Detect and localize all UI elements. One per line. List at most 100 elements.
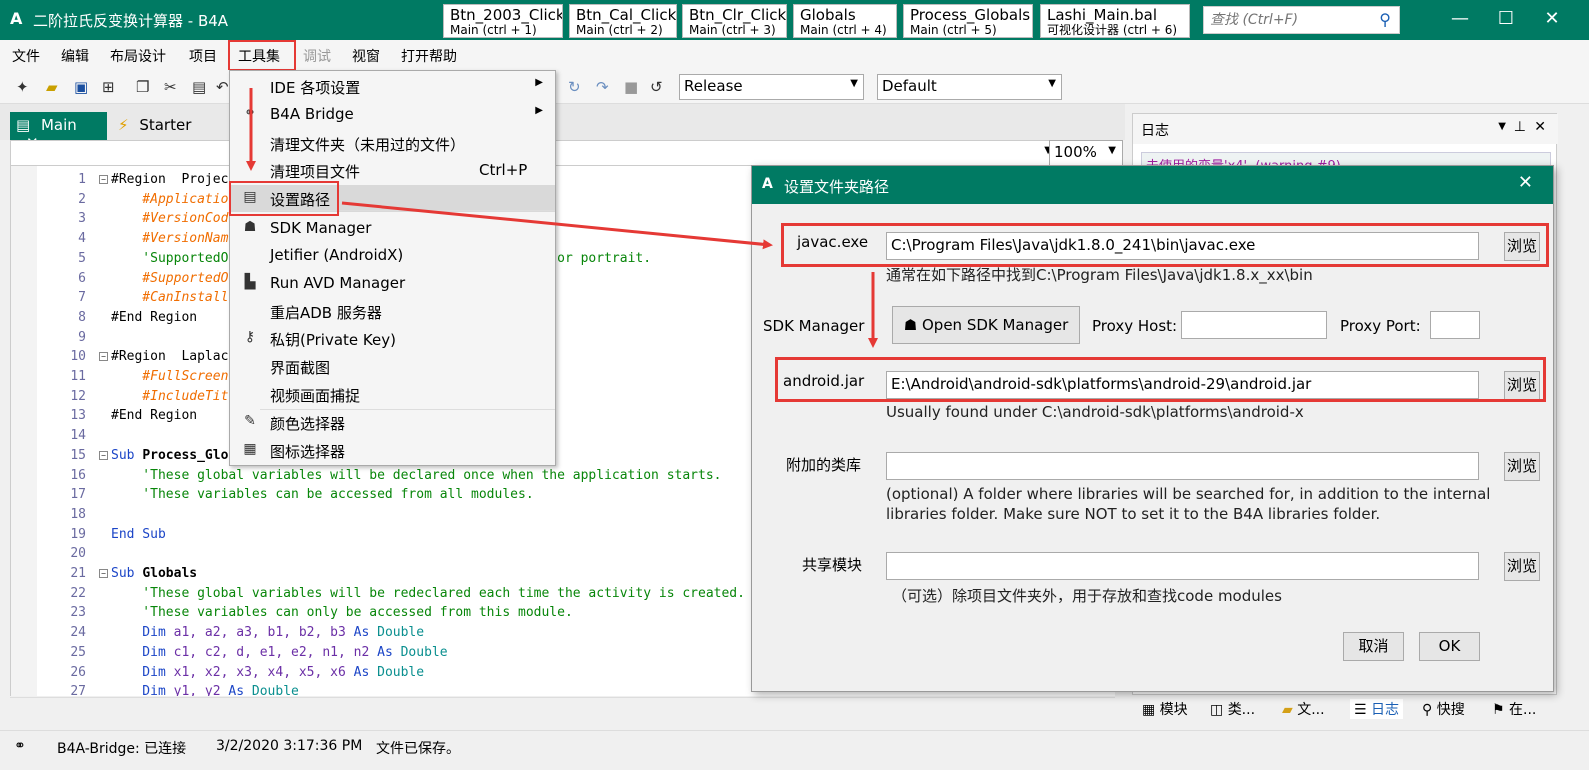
menu-item[interactable]: 重启ADB 服务器 bbox=[230, 298, 555, 325]
code-token: #Region Projec bbox=[111, 172, 229, 187]
book-icon: ◫ bbox=[1210, 702, 1224, 718]
proxy-host-input[interactable] bbox=[1181, 311, 1327, 339]
menu-item[interactable]: 清理项目文件 Ctrl+P bbox=[230, 157, 555, 184]
dialog-close-icon[interactable]: ✕ bbox=[1518, 172, 1533, 193]
dialog-title-bar: A 设置文件夹路径 ✕ bbox=[752, 166, 1553, 204]
build-config-select[interactable]: Release ▼ bbox=[679, 74, 864, 100]
fold-toggle-icon[interactable]: − bbox=[99, 569, 108, 578]
cancel-button[interactable]: 取消 bbox=[1343, 632, 1404, 661]
search-box[interactable]: ⚲ bbox=[1203, 6, 1400, 34]
device-select[interactable]: Default ▼ bbox=[877, 74, 1062, 100]
proxy-port-label: Proxy Port: bbox=[1340, 317, 1421, 335]
additional-libs-browse-button[interactable]: 浏览 bbox=[1504, 452, 1540, 481]
sub-selector[interactable]: ▼ bbox=[10, 140, 1123, 166]
code-token: As bbox=[353, 625, 378, 641]
additional-libs-input[interactable] bbox=[886, 452, 1479, 480]
horizontal-scrollbar[interactable] bbox=[10, 697, 1115, 717]
menu-item[interactable]: IDE 各项设置 ▶ bbox=[230, 73, 555, 100]
code-text: Sub Process_Glo bbox=[111, 446, 228, 466]
menu-item[interactable]: ▙ Run AVD Manager bbox=[230, 270, 555, 297]
code-token: As bbox=[377, 644, 401, 660]
tab-starter[interactable]: ⚡ Starter bbox=[118, 116, 191, 134]
paste-icon[interactable]: ▤ bbox=[192, 78, 206, 96]
cut-icon[interactable]: ✂ bbox=[164, 78, 177, 96]
ok-button[interactable]: OK bbox=[1419, 632, 1480, 661]
menu-item[interactable]: 清理文件夹（未用过的文件） bbox=[230, 130, 555, 157]
tab-modules[interactable]: ▦ 模块 bbox=[1142, 699, 1188, 719]
code-token: 'These global variables will be redeclar… bbox=[111, 585, 745, 601]
code-token: Double bbox=[251, 684, 299, 696]
quick-tab-btn-cal-click[interactable]: Btn_Cal_Click Main (ctrl + 2) bbox=[569, 4, 677, 38]
line-number: 6 bbox=[78, 270, 86, 286]
menu-item[interactable]: ✎ 颜色选择器 bbox=[230, 409, 555, 436]
menu-item[interactable]: ⚭ B4A Bridge ▶ bbox=[230, 101, 555, 128]
quick-tab-btn-2003-click[interactable]: Btn_2003_Click Main (ctrl + 1) bbox=[443, 4, 563, 38]
menu-file[interactable]: 文件 bbox=[12, 46, 40, 66]
code-token: 'These variables can only be accessed fr… bbox=[111, 605, 573, 621]
menu-item-shortcut: Ctrl+P bbox=[479, 161, 528, 179]
quick-tab-process-globals[interactable]: Process_Globals Main (ctrl + 5) bbox=[903, 4, 1033, 38]
menu-item[interactable]: ▦ 图标选择器 bbox=[230, 437, 555, 464]
quick-tab-lashi-main-bal[interactable]: Lashi_Main.bal 可视化设计器 (ctrl + 6) bbox=[1040, 4, 1190, 38]
menu-item[interactable]: 界面截图 bbox=[230, 353, 555, 380]
tab-main[interactable]: ▤ Main ✕ bbox=[10, 112, 107, 152]
menu-item[interactable]: 视频画面捕捉 bbox=[230, 381, 555, 408]
menu-item[interactable]: ☗ SDK Manager bbox=[230, 215, 555, 242]
modules-icon: ▦ bbox=[1142, 702, 1156, 718]
fold-toggle-icon[interactable]: − bbox=[99, 352, 108, 362]
menu-item-label: 清理项目文件 bbox=[270, 163, 361, 181]
minimize-button[interactable]: — bbox=[1437, 0, 1483, 40]
code-text: #End Region bbox=[111, 308, 197, 328]
undo-icon[interactable]: ↶ bbox=[216, 78, 229, 96]
quick-tab-btn-clr-click[interactable]: Btn_Clr_Click Main (ctrl + 3) bbox=[682, 4, 787, 38]
close-icon[interactable]: ✕ bbox=[1534, 119, 1546, 135]
quick-tab-globals[interactable]: Globals Main (ctrl + 4) bbox=[793, 4, 897, 38]
line-number: 17 bbox=[70, 487, 86, 503]
fold-toggle-icon[interactable]: − bbox=[99, 175, 108, 184]
tab-classes[interactable]: ◫ 类... bbox=[1210, 699, 1255, 719]
tab-online[interactable]: ⚑ 在... bbox=[1492, 699, 1536, 719]
restart-icon[interactable]: ↺ bbox=[650, 78, 663, 96]
step-icon[interactable]: ↻ bbox=[568, 78, 581, 96]
redo-icon[interactable]: ↷ bbox=[596, 78, 609, 96]
tab-quick-search[interactable]: ⚲ 快搜 bbox=[1422, 699, 1465, 719]
search-icon[interactable]: ⚲ bbox=[1379, 10, 1391, 29]
quick-tab-sub: Main (ctrl + 4) bbox=[800, 23, 887, 37]
pin-icon[interactable]: ⊥ bbox=[1514, 119, 1526, 135]
export-icon[interactable]: ⊞ bbox=[102, 78, 115, 96]
fold-toggle-icon[interactable]: − bbox=[99, 450, 108, 460]
chevron-down-icon[interactable]: ▼ bbox=[1498, 121, 1506, 132]
menu-windows[interactable]: 视窗 bbox=[352, 46, 380, 66]
quick-tab-name: Globals bbox=[800, 6, 856, 24]
open-folder-icon[interactable]: ▰ bbox=[46, 78, 58, 96]
tab-files[interactable]: ▰ 文... bbox=[1282, 699, 1325, 719]
menu-layout[interactable]: 布局设计 bbox=[110, 46, 166, 66]
shared-modules-input[interactable] bbox=[886, 552, 1479, 580]
zoom-select[interactable]: 100% ▼ bbox=[1049, 140, 1123, 166]
search-input[interactable] bbox=[1204, 7, 1364, 33]
quick-tab-name: Process_Globals bbox=[910, 6, 1031, 24]
open-sdk-manager-button[interactable]: ☗ Open SDK Manager bbox=[892, 306, 1080, 344]
proxy-port-input[interactable] bbox=[1430, 311, 1480, 339]
menu-item-icon: ☗ bbox=[243, 219, 257, 235]
shared-modules-browse-button[interactable]: 浏览 bbox=[1504, 552, 1540, 581]
tab-logs[interactable]: ☰ 日志 bbox=[1350, 699, 1404, 719]
menu-project[interactable]: 项目 bbox=[189, 46, 217, 66]
copy-icon[interactable]: ❐ bbox=[136, 78, 149, 96]
menu-help[interactable]: 打开帮助 bbox=[401, 46, 457, 66]
dialog-title: 设置文件夹路径 bbox=[784, 178, 890, 196]
menu-item[interactable]: ⚷ 私钥(Private Key) bbox=[230, 325, 555, 352]
code-token: Double bbox=[377, 625, 425, 641]
status-bar: ⚭ B4A-Bridge: 已连接 3/2/2020 3:17:36 PM 文件… bbox=[0, 730, 1589, 760]
save-icon[interactable]: ▣ bbox=[74, 78, 88, 96]
menu-debug[interactable]: 调试 bbox=[303, 46, 331, 66]
new-file-icon[interactable]: ✦ bbox=[16, 78, 29, 96]
stop-icon[interactable]: ■ bbox=[624, 78, 638, 96]
line-number: 19 bbox=[70, 526, 86, 542]
menu-item[interactable]: Jetifier (AndroidX) bbox=[230, 242, 555, 269]
maximize-button[interactable]: ☐ bbox=[1483, 0, 1529, 40]
close-button[interactable]: ✕ bbox=[1529, 0, 1575, 40]
menu-edit[interactable]: 编辑 bbox=[61, 46, 89, 66]
code-token: Dim bbox=[111, 644, 174, 660]
code-token: #FullScreen bbox=[111, 369, 229, 384]
